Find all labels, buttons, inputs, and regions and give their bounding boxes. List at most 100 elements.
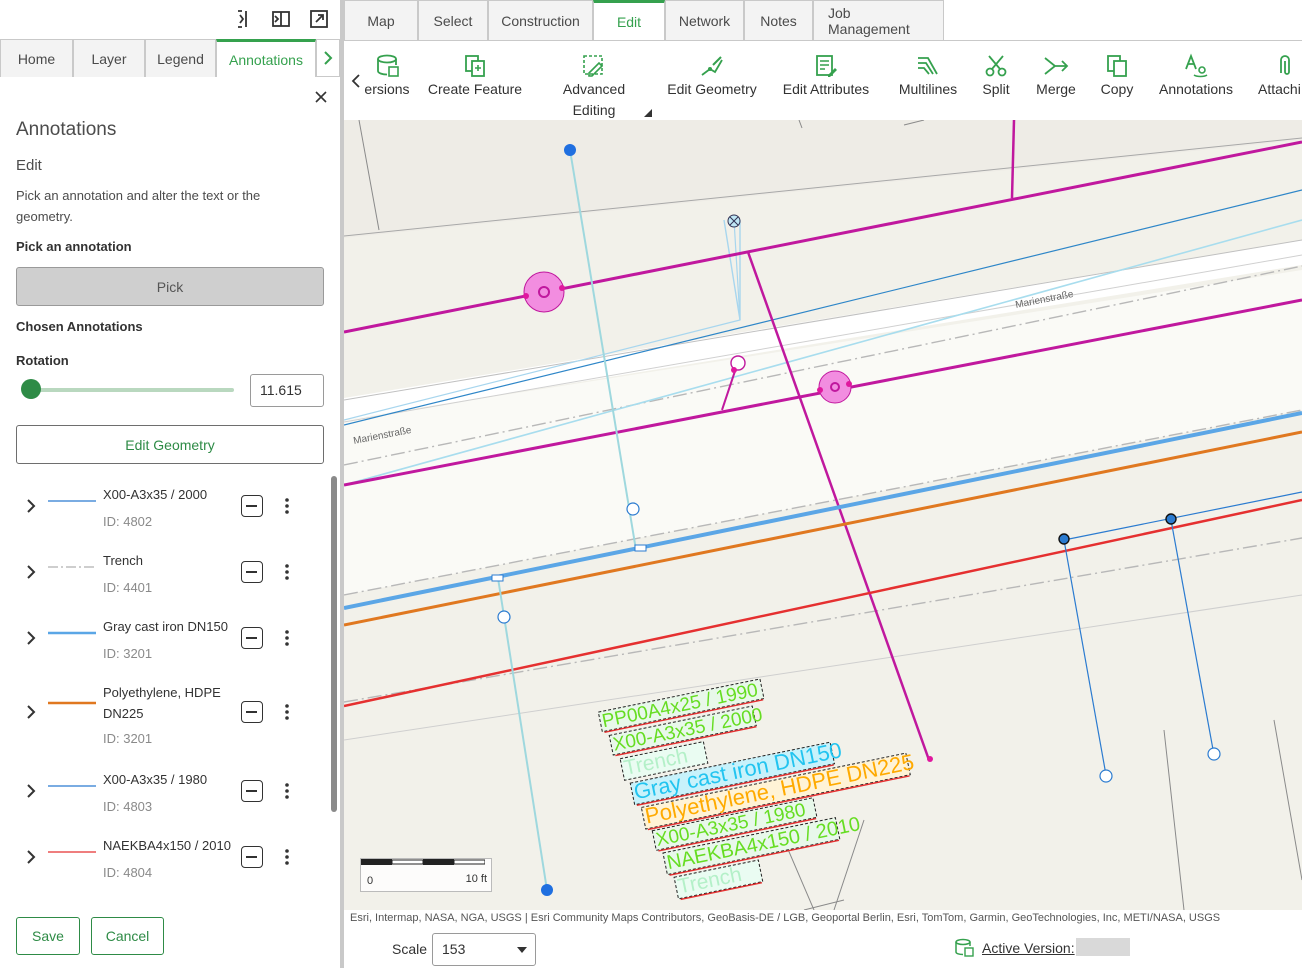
list-scrollbar-thumb[interactable] [331, 476, 337, 812]
attachments-button[interactable]: Attachi [1256, 41, 1302, 120]
scale-select[interactable]: 153 [432, 933, 536, 966]
remove-annotation-button[interactable] [241, 561, 263, 583]
rotation-label: Rotation [16, 353, 69, 368]
annotation-name: X00-A3x35 / 2000 [103, 487, 208, 502]
active-version-link[interactable]: Active Version: [982, 940, 1075, 956]
expand-chevron-icon[interactable] [24, 703, 38, 721]
dock-panel-icon[interactable] [270, 8, 292, 30]
copy-icon [1107, 55, 1127, 77]
cancel-button[interactable]: Cancel [91, 917, 164, 955]
line-style-swatch [48, 696, 96, 708]
list-scrollbar[interactable] [330, 476, 338, 906]
scale-bar-graphic [361, 859, 485, 865]
scale-label: Scale [392, 941, 428, 957]
versions-label: ersions [364, 81, 410, 97]
expand-chevron-icon[interactable] [24, 497, 38, 515]
annotation-list-item[interactable]: Trench [0, 893, 330, 906]
tab-network[interactable]: Network [665, 0, 744, 40]
annotations-ribbon-button[interactable]: Annotations [1152, 41, 1240, 120]
edit-attributes-button[interactable]: Edit Attributes [778, 41, 874, 120]
pick-button[interactable]: Pick [16, 267, 324, 306]
rotation-slider-track[interactable] [30, 388, 234, 392]
annotation-name: Trench [103, 553, 143, 568]
line-style-swatch [48, 779, 96, 791]
line-style-swatch [48, 845, 96, 857]
annotation-list: X00-A3x35 / 2000 ID: 4802 Trench ID: 4401 Gr… [0, 476, 330, 906]
expand-chevron-icon[interactable] [24, 629, 38, 647]
multilines-button[interactable]: Multilines [892, 41, 964, 120]
remove-annotation-button[interactable] [241, 846, 263, 868]
panel-title: Annotations [16, 119, 117, 140]
chosen-annotations-label: Chosen Annotations [16, 319, 143, 334]
expand-chevron-icon[interactable] [24, 782, 38, 800]
line-style-swatch [48, 494, 96, 506]
selected-annotations[interactable]: PP00A4x25 / 1990 X00-A3x35 / 2000 Trench… [597, 652, 931, 908]
panel-tabs: Home Layer Legend Annotations [0, 39, 340, 77]
tab-home[interactable]: Home [0, 39, 73, 77]
map-view[interactable]: Marienstraße Marienstraße PP00A4x25 / 19… [344, 120, 1302, 910]
save-button[interactable]: Save [16, 917, 80, 955]
annotation-id: ID: 3201 [103, 646, 153, 661]
tab-layer[interactable]: Layer [73, 39, 145, 77]
copy-button[interactable]: Copy [1096, 41, 1138, 120]
annotation-id: ID: 4401 [103, 580, 153, 595]
chevron-right-icon [324, 51, 333, 65]
annotation-list-item[interactable]: X00-A3x35 / 1980 ID: 4803 [0, 761, 330, 823]
map-canvas[interactable]: Marienstraße Marienstraße PP00A4x25 / 19… [344, 120, 1302, 910]
annotation-list-item[interactable]: Gray cast iron DN150 ID: 3201 [0, 608, 330, 670]
advanced-editing-button[interactable]: Advanced Editing [554, 41, 634, 120]
ribbon-scroll-left[interactable] [350, 71, 362, 91]
tab-edit[interactable]: Edit [593, 0, 665, 40]
merge-icon [1044, 57, 1069, 75]
create-feature-button[interactable]: Create Feature [426, 41, 524, 120]
tab-map[interactable]: Map [344, 0, 418, 40]
tab-legend[interactable]: Legend [145, 39, 216, 77]
annotation-id: ID: 4803 [103, 799, 153, 814]
dock-left-icon[interactable] [232, 8, 254, 30]
status-bar: Scale 153 Active Version: [344, 926, 1302, 968]
more-options-icon[interactable] [281, 627, 293, 649]
split-label: Split [982, 81, 1010, 97]
annotation-list-item[interactable]: Polyethylene, HDPE DN225 ID: 3201 [0, 674, 330, 756]
edit-geometry-button[interactable]: Edit Geometry [16, 425, 324, 464]
edit-attributes-label: Edit Attributes [782, 81, 870, 97]
annotation-list-item[interactable]: NAEKBA4x150 / 2010 ID: 4804 [0, 827, 330, 889]
more-options-icon[interactable] [281, 561, 293, 583]
more-options-icon[interactable] [281, 701, 293, 723]
expand-chevron-icon[interactable] [24, 848, 38, 866]
multilines-label: Multilines [898, 81, 958, 97]
dropdown-corner-icon[interactable] [643, 108, 653, 118]
popout-icon[interactable] [308, 8, 330, 30]
rotation-input[interactable]: 11.615 [250, 374, 324, 407]
tab-construction[interactable]: Construction [488, 0, 593, 40]
expand-chevron-icon[interactable] [24, 563, 38, 581]
tab-annotations[interactable]: Annotations [216, 39, 316, 77]
annotation-name: Trench [103, 901, 233, 906]
remove-annotation-button[interactable] [241, 495, 263, 517]
versions-button[interactable]: ersions [362, 41, 412, 120]
remove-annotation-button[interactable] [241, 701, 263, 723]
more-options-icon[interactable] [281, 846, 293, 868]
create-feature-icon [465, 55, 485, 77]
split-button[interactable]: Split [976, 41, 1016, 120]
versions-icon [377, 54, 399, 77]
more-options-icon[interactable] [281, 780, 293, 802]
edit-geometry-icon [701, 56, 723, 76]
tab-select[interactable]: Select [418, 0, 488, 40]
annotation-list-item[interactable]: Trench ID: 4401 [0, 542, 330, 604]
edit-ribbon: ersions Create Feature Advanced Editing … [344, 40, 1302, 120]
tabs-next-button[interactable] [316, 39, 340, 76]
annotation-list-item[interactable]: X00-A3x35 / 2000 ID: 4802 [0, 476, 330, 538]
tab-job-management[interactable]: Job Management [813, 0, 944, 40]
edit-geometry-ribbon-button[interactable]: Edit Geometry [662, 41, 762, 120]
close-panel-button[interactable] [312, 88, 330, 106]
annotation-name: X00-A3x35 / 1980 [103, 772, 208, 787]
more-options-icon[interactable] [281, 495, 293, 517]
remove-annotation-button[interactable] [241, 780, 263, 802]
remove-annotation-button[interactable] [241, 627, 263, 649]
rotation-slider-thumb[interactable] [21, 379, 41, 399]
multilines-icon [918, 57, 938, 75]
merge-button[interactable]: Merge [1030, 41, 1082, 120]
tab-notes[interactable]: Notes [744, 0, 813, 40]
annotation-id: ID: 4804 [103, 865, 153, 880]
